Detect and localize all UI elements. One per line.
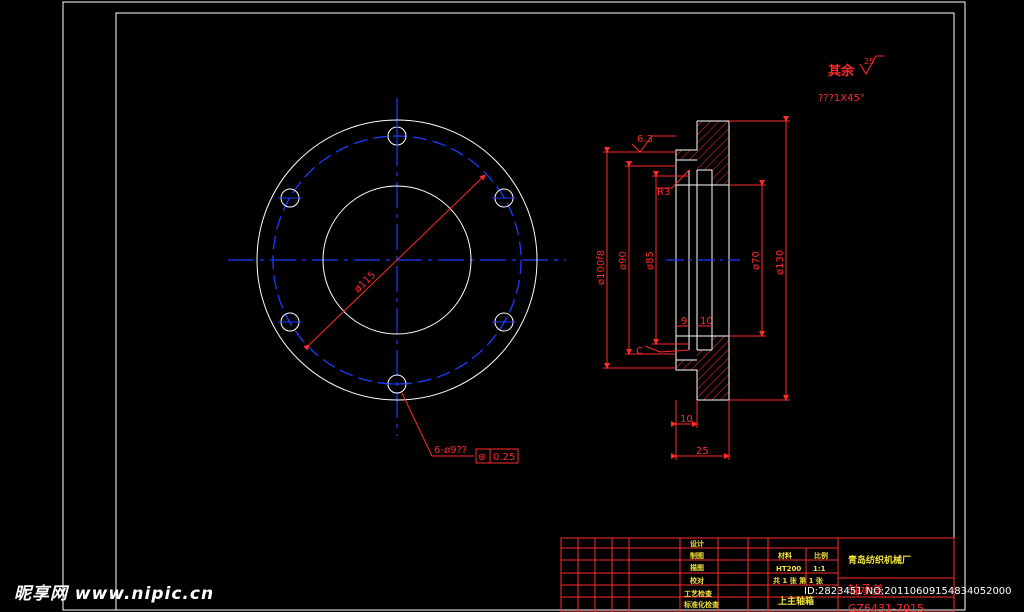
tb-company: 青岛纺织机械厂 (848, 554, 911, 566)
front-view: ø115 6-ø9?? ⊕ 0.25 (228, 98, 566, 464)
hole-callout-label: 6-ø9?? (434, 445, 467, 456)
tb-process: 工艺检查 (684, 589, 713, 598)
dim-9: 9 (681, 316, 687, 327)
cad-drawing-canvas: ø115 6-ø9?? ⊕ 0.25 ø100f8 ø90 ø85 ø70 ø1… (62, 1, 966, 612)
watermark-id: ID:2823451 NO:20110609154834052000 (804, 586, 1012, 597)
dim-r3: R3 (657, 187, 670, 198)
dim-d85: ø85 (645, 251, 656, 270)
section-view: ø100f8 ø90 ø85 ø70 ø130 25 10 9 10 R3 6.… (596, 116, 790, 460)
dim-d70: ø70 (751, 251, 762, 270)
dim-10-small: 10 (700, 316, 713, 327)
tb-scale-label: 比例 (814, 551, 828, 560)
dim-d130: ø130 (775, 250, 786, 275)
section-hatch-bottom (676, 336, 729, 400)
chamfer-small-label: C (636, 346, 643, 357)
tb-check: 描图 (690, 563, 704, 572)
chamfer-note: ???1X45° (818, 93, 865, 104)
surface-roughness-value: 25 (864, 57, 874, 66)
tb-review: 校对 (690, 576, 704, 585)
position-tolerance-value: 0.25 (493, 452, 515, 463)
tb-draw: 制图 (690, 551, 704, 560)
dim-d100f8: ø100f8 (596, 250, 607, 285)
tb-material-label: 材料 (777, 551, 792, 560)
watermark-brand: 昵享网 www.nipic.cn (14, 584, 215, 604)
tb-sheet-info: 共 1 张 第 1 张 (773, 576, 824, 585)
tb-material-value: HT200 (776, 565, 801, 573)
dim-25: 25 (696, 446, 709, 457)
tb-design: 设计 (690, 539, 704, 548)
dim-d90: ø90 (618, 251, 629, 270)
tb-std: 标准化检查 (683, 600, 720, 609)
tb-drawing-no: GZ6431-7015 (848, 602, 924, 612)
roughness-6-3: 6.3 (637, 134, 653, 145)
surface-note: 其余 (828, 63, 855, 79)
dim-10-bottom: 10 (680, 414, 693, 425)
tb-scale-value: 1:1 (813, 565, 826, 573)
position-tolerance-symbol: ⊕ (478, 452, 486, 463)
title-block (560, 537, 955, 612)
